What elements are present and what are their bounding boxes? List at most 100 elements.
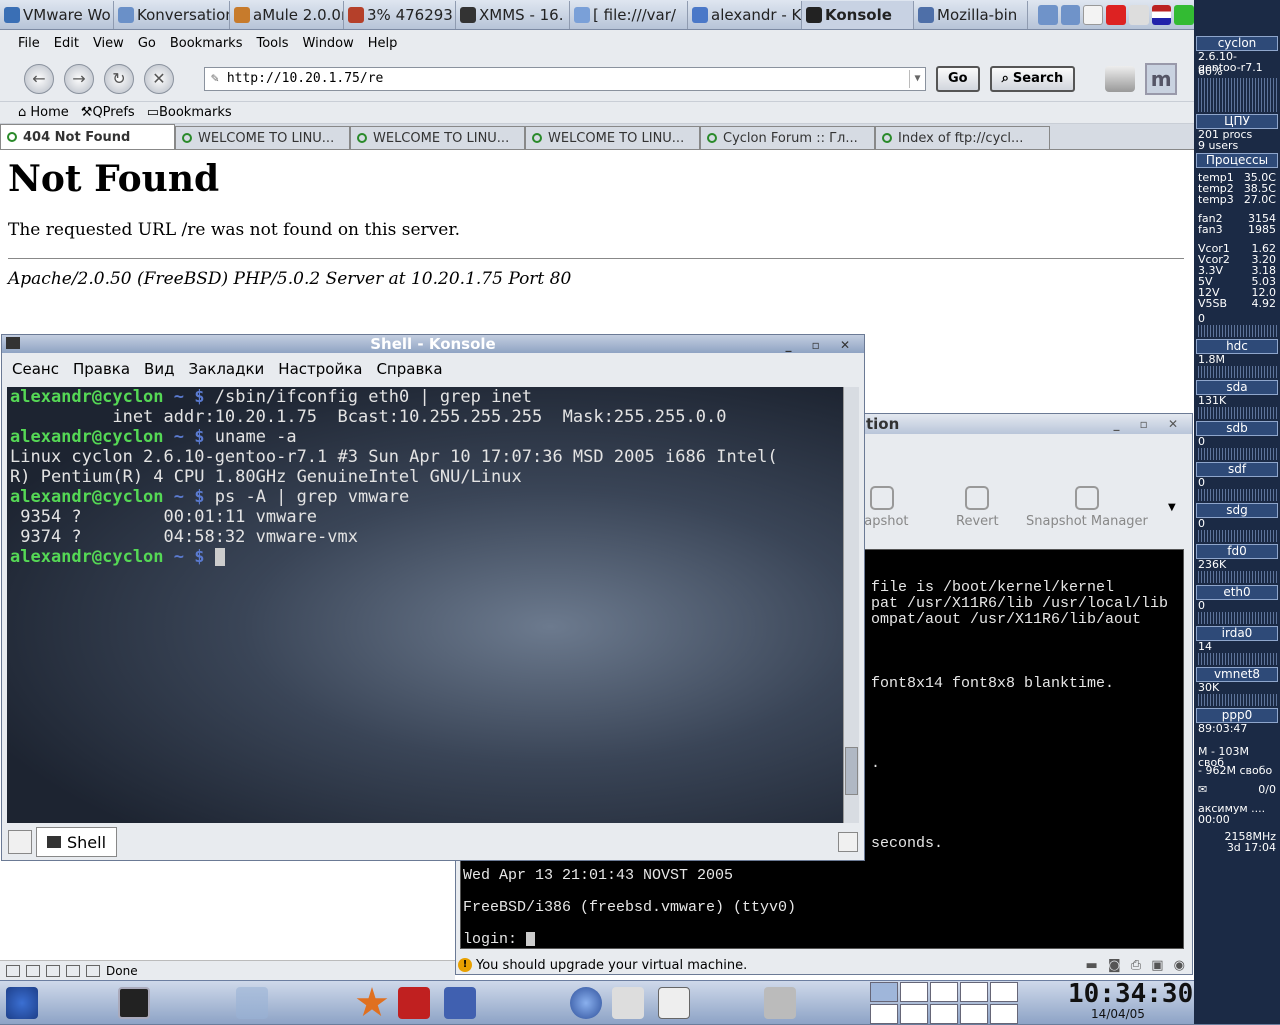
menu-edit[interactable]: Правка <box>73 360 130 378</box>
menu-file[interactable]: File <box>18 36 40 51</box>
addressbook-icon[interactable] <box>86 964 100 977</box>
tab-icon <box>532 133 542 143</box>
navigator-icon[interactable] <box>6 964 20 977</box>
menu-view[interactable]: View <box>93 36 124 51</box>
pager-desktop-7[interactable] <box>900 1004 928 1024</box>
disk-sdb-label: sdb <box>1196 421 1278 436</box>
window-controls-icon[interactable]: _ ▫ ✕ <box>785 336 858 354</box>
task-amule[interactable]: aMule 2.0.0r <box>230 1 344 29</box>
app-launcher-icon[interactable] <box>444 987 476 1019</box>
menu-bookmarks[interactable]: Bookmarks <box>170 36 243 51</box>
tab-shell[interactable]: Shell <box>36 827 118 857</box>
device-icons[interactable]: ▬ ◙ ⎙ ▣ ◉ <box>1086 958 1188 973</box>
new-session-icon[interactable] <box>8 830 32 854</box>
star-icon[interactable] <box>356 987 388 1017</box>
upgrade-warning[interactable]: You should upgrade your virtual machine. <box>476 958 747 973</box>
url-dropdown-icon[interactable]: ▼ <box>909 69 925 88</box>
pager-desktop-3[interactable] <box>930 982 958 1002</box>
snapshot-manager-button[interactable]: Snapshot Manager <box>1026 486 1148 529</box>
menu-help[interactable]: Help <box>368 36 398 51</box>
task-konversation[interactable]: Konversation <box>114 1 230 29</box>
close-session-icon[interactable] <box>838 832 858 852</box>
desktop-icon[interactable] <box>236 987 268 1019</box>
pager-desktop-4[interactable] <box>960 982 988 1002</box>
tab-cyclon-forum[interactable]: Cyclon Forum :: Гл... <box>700 126 875 149</box>
task-download[interactable]: 3% 476293 <box>344 1 456 29</box>
menu-edit[interactable]: Edit <box>54 36 79 51</box>
print-icon[interactable] <box>1105 65 1136 92</box>
video-icon[interactable] <box>658 987 690 1019</box>
trash-icon[interactable] <box>764 987 796 1019</box>
terminal-launcher-icon[interactable] <box>118 987 150 1019</box>
konsole-titlebar[interactable]: Shell - Konsole _ ▫ ✕ <box>2 335 864 353</box>
back-button[interactable]: ← <box>24 63 54 94</box>
navigation-toolbar: ← → ↻ ✕ ✎ http://10.20.1.75/re ▼ Go ⌕ Sea… <box>0 56 1194 102</box>
bookmark-home[interactable]: ⌂ Home <box>18 105 69 120</box>
menu-bookmarks[interactable]: Закладки <box>188 360 264 378</box>
menu-help[interactable]: Справка <box>376 360 442 378</box>
search-button[interactable]: ⌕ Search <box>989 65 1076 92</box>
network2-icon[interactable] <box>1060 5 1081 25</box>
task-konsole[interactable]: Konsole <box>802 1 914 29</box>
task-xmms[interactable]: XMMS - 16. <box>456 1 570 29</box>
pager-desktop-2[interactable] <box>900 982 928 1002</box>
bookmark-qprefs[interactable]: ⚒QPrefs <box>81 105 135 120</box>
klipper-icon[interactable] <box>1083 5 1104 25</box>
menu-settings[interactable]: Настройка <box>278 360 362 378</box>
tab-welcome-1[interactable]: WELCOME TO LINU... <box>175 126 350 149</box>
disk-fd0-value: 236K <box>1198 558 1227 571</box>
net-vmnet8-graph <box>1196 694 1278 706</box>
tab-ftp-index[interactable]: Index of ftp://cycl... <box>875 126 1050 149</box>
cpu-graph <box>1196 78 1278 112</box>
konsole-app-icon[interactable] <box>6 337 20 349</box>
menu-window[interactable]: Window <box>303 36 354 51</box>
terminal-scrollbar[interactable] <box>843 387 859 823</box>
pager-desktop-9[interactable] <box>960 1004 988 1024</box>
icq-icon[interactable] <box>1174 5 1194 25</box>
bookmark-folder[interactable]: ▭Bookmarks <box>147 105 232 120</box>
pager-desktop-5[interactable] <box>990 982 1018 1002</box>
task-file-browser[interactable]: [ file:///var/ <box>570 1 688 29</box>
menu-go[interactable]: Go <box>138 36 156 51</box>
toolbar-overflow-icon[interactable]: ▼ <box>1168 502 1176 513</box>
volume-icon[interactable] <box>1128 5 1149 25</box>
forward-button[interactable]: → <box>64 63 94 94</box>
pager-desktop-1[interactable] <box>870 982 898 1002</box>
snapshot-manager-icon <box>1074 486 1099 510</box>
window-controls-icon[interactable]: _ ▫ ✕ <box>1113 417 1186 431</box>
network-icon[interactable] <box>1038 5 1058 25</box>
pager-desktop-10[interactable] <box>990 1004 1018 1024</box>
reload-icon: ↻ <box>112 69 126 88</box>
reload-button[interactable]: ↻ <box>104 63 134 94</box>
tab-welcome-3[interactable]: WELCOME TO LINU... <box>525 126 700 149</box>
power-icon[interactable] <box>1106 5 1126 25</box>
tab-welcome-2[interactable]: WELCOME TO LINU... <box>350 126 525 149</box>
pager-desktop-8[interactable] <box>930 1004 958 1024</box>
chat-icon[interactable] <box>46 964 60 977</box>
search-icon: ⌕ <box>1001 71 1009 86</box>
page-icon: ✎ <box>211 71 219 86</box>
pager-desktop-6[interactable] <box>870 1004 898 1024</box>
media-player-icon[interactable] <box>612 987 644 1019</box>
kmail-icon[interactable] <box>398 987 430 1019</box>
us-flag-icon[interactable] <box>1151 5 1172 25</box>
stop-button[interactable]: ✕ <box>144 63 174 94</box>
terminal-output[interactable]: alexandr@cyclon ~ $ /sbin/ifconfig eth0 … <box>7 387 843 823</box>
menu-session[interactable]: Сеанс <box>12 360 59 378</box>
kde-menu-icon[interactable] <box>6 987 38 1019</box>
net-irda0-value: 14 <box>1198 640 1212 653</box>
composer-icon[interactable] <box>66 964 80 977</box>
task-home-folder[interactable]: alexandr - K <box>688 1 802 29</box>
tab-404-not-found[interactable]: 404 Not Found <box>0 124 175 149</box>
menu-view[interactable]: Вид <box>144 360 174 378</box>
task-mozilla[interactable]: Mozilla-bin <box>914 1 1028 29</box>
task-vmware[interactable]: VMware Wo <box>0 1 114 29</box>
panel-clock[interactable]: 10:34:30 14/04/05 <box>1068 981 1193 1025</box>
scrollbar-thumb[interactable] <box>845 747 858 795</box>
menu-tools[interactable]: Tools <box>256 36 288 51</box>
mail-icon[interactable] <box>26 964 40 977</box>
url-input[interactable]: ✎ http://10.20.1.75/re ▼ <box>204 66 926 91</box>
revert-button[interactable]: Revert <box>956 486 999 529</box>
go-button[interactable]: Go <box>936 65 980 92</box>
xmms-launcher-icon[interactable] <box>570 987 602 1019</box>
